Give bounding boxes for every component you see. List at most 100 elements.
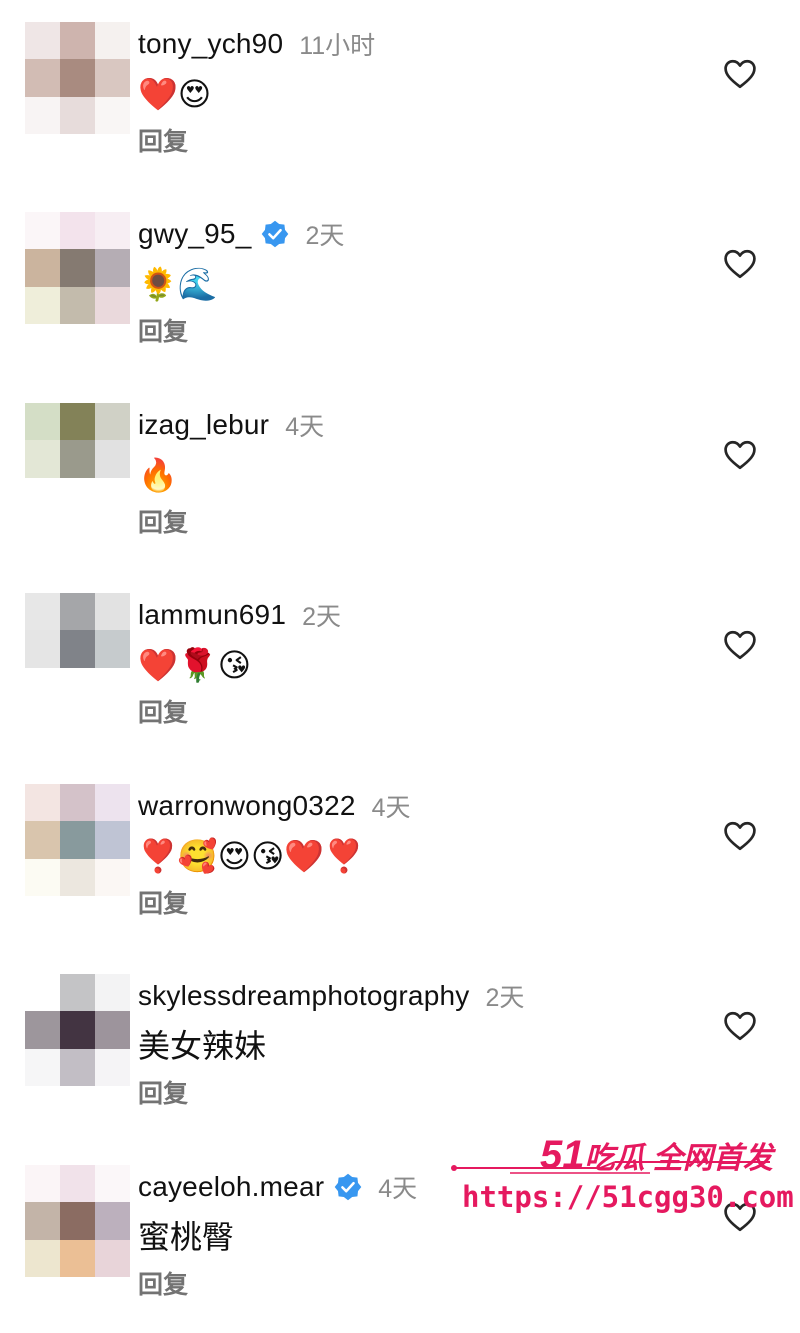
comment-meta: gwy_95_ 2天 [138,214,344,254]
avatar[interactable] [25,974,130,1086]
avatar-pixel [60,22,95,60]
heart-outline-icon[interactable] [722,246,758,282]
comment-time: 4天 [371,794,411,822]
username[interactable]: gwy_95_ [138,218,251,250]
watermark-brand-text: 吃瓜 全网首发 [584,1142,773,1175]
avatar-pixel [60,593,95,631]
avatar-pixel [95,630,130,668]
comment-time: 4天 [285,413,325,441]
avatar-pixel [25,477,60,515]
watermark-brand-number: 51 [540,1133,585,1177]
avatar-pixel [25,212,60,250]
avatar-pixel [25,96,60,134]
comment-text: 🔥 [138,457,178,493]
reply-button[interactable]: 回复 [138,312,188,348]
comment-meta: skylessdreamphotography 2天 [138,976,524,1016]
avatar-pixel [25,1165,60,1203]
avatar-pixel [60,858,95,896]
avatar-pixel [95,858,130,896]
avatar[interactable] [25,22,130,134]
avatar[interactable] [25,403,130,515]
avatar[interactable] [25,593,130,705]
avatar-pixel [95,1048,130,1086]
comment-row: tony_ych90 11小时 ❤️😍 回复 [0,0,800,190]
heart-outline-icon[interactable] [722,437,758,473]
avatar[interactable] [25,212,130,324]
avatar-pixel [60,477,95,515]
avatar-pixel [60,1011,95,1049]
avatar-pixel [95,1202,130,1240]
reply-button[interactable]: 回复 [138,1074,188,1110]
avatar-pixel [25,1011,60,1049]
avatar-pixel [25,667,60,705]
avatar-pixel [25,1048,60,1086]
comment-meta: lammun691 2天 [138,595,341,635]
avatar-pixel [60,667,95,705]
avatar-pixel [60,286,95,324]
comment-time: 2天 [302,603,342,631]
username[interactable]: lammun691 [138,599,286,631]
avatar-pixel [60,630,95,668]
reply-button[interactable]: 回复 [138,693,188,729]
avatar-pixel [25,1202,60,1240]
heart-outline-icon[interactable] [722,627,758,663]
comment-row: warronwong0322 4天 ❣️🥰😍😘❤️❣️ 回复 [0,762,800,952]
reply-button[interactable]: 回复 [138,1265,188,1301]
avatar-pixel [95,96,130,134]
avatar[interactable] [25,784,130,896]
avatar-pixel [95,784,130,822]
username[interactable]: tony_ych90 [138,28,283,60]
verified-badge-icon [334,1173,362,1201]
avatar-pixel [95,440,130,478]
heart-outline-icon[interactable] [722,56,758,92]
avatar-pixel [60,59,95,97]
comment-text: 蜜桃臀 [138,1219,235,1255]
avatar-pixel [25,22,60,60]
avatar-pixel [95,1239,130,1277]
username[interactable]: cayeeloh.mear [138,1171,324,1203]
avatar-pixel [95,667,130,705]
avatar-pixel [95,593,130,631]
reply-button[interactable]: 回复 [138,122,188,158]
avatar-pixel [60,1165,95,1203]
avatar-pixel [95,477,130,515]
avatar-pixel [25,1239,60,1277]
comment-row: izag_lebur 4天 🔥 回复 [0,381,800,571]
comment-text: ❤️🌹😘 [138,647,252,683]
avatar-pixel [25,630,60,668]
avatar-pixel [25,249,60,287]
avatar-pixel [25,821,60,859]
avatar-pixel [95,22,130,60]
avatar-pixel [95,286,130,324]
comment-text: 🌻🌊 [138,266,218,302]
reply-button[interactable]: 回复 [138,503,188,539]
username[interactable]: skylessdreamphotography [138,980,469,1012]
avatar-pixel [95,403,130,441]
avatar-pixel [25,59,60,97]
avatar[interactable] [25,1165,130,1277]
username[interactable]: izag_lebur [138,409,269,441]
comment-row: lammun691 2天 ❤️🌹😘 回复 [0,571,800,761]
watermark-brand: 51吃瓜 全网首发 [540,1133,773,1178]
comment-text: ❤️😍 [138,76,212,112]
avatar-pixel [25,403,60,441]
avatar-pixel [95,59,130,97]
avatar-pixel [60,403,95,441]
comment-row: skylessdreamphotography 2天美女辣妹回复 [0,952,800,1142]
heart-outline-icon[interactable] [722,818,758,854]
avatar-pixel [60,784,95,822]
heart-outline-icon[interactable] [722,1008,758,1044]
username[interactable]: warronwong0322 [138,790,356,822]
avatar-pixel [25,286,60,324]
avatar-pixel [25,858,60,896]
avatar-pixel [95,1165,130,1203]
comment-text: 美女辣妹 [138,1028,267,1064]
avatar-pixel [95,212,130,250]
comment-text: ❣️🥰😍😘❤️❣️ [138,838,365,874]
avatar-pixel [25,974,60,1012]
avatar-pixel [60,821,95,859]
comment-time: 2天 [485,984,525,1012]
comment-time: 4天 [378,1175,418,1203]
reply-button[interactable]: 回复 [138,884,188,920]
comment-time: 11小时 [299,32,376,60]
